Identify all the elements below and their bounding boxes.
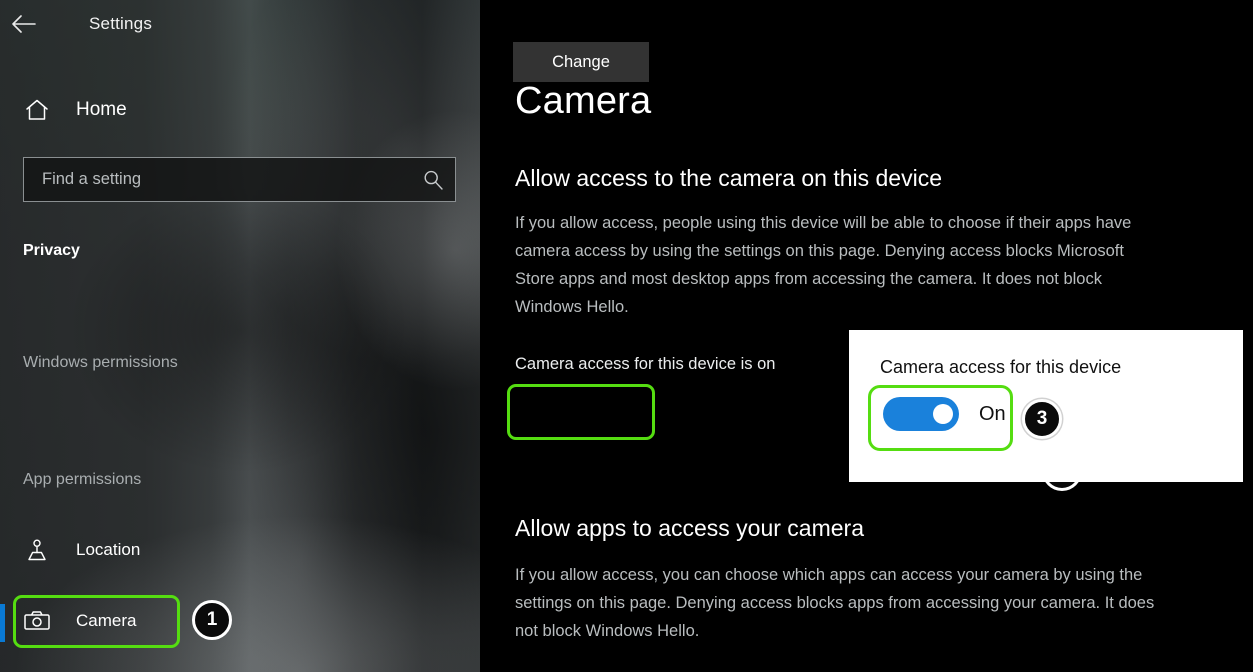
page-title: Camera [515,80,652,122]
back-button[interactable] [0,0,48,48]
window-header: Settings [0,0,480,48]
callout-badge-3: 3 [1022,399,1062,439]
camera-access-status: Camera access for this device is on [515,355,776,373]
sidebar-group-windows-permissions: Windows permissions [23,354,178,371]
sidebar: Settings Home Find a setting Privacy Win… [0,0,480,672]
search-box[interactable] [23,157,456,202]
sidebar-item-camera[interactable]: Camera [0,599,480,643]
sidebar-item-home[interactable]: Home [0,88,480,132]
sidebar-item-home-label: Home [76,99,127,120]
back-arrow-icon [11,15,37,33]
callout-badge-1: 1 [192,600,232,640]
home-icon [15,98,59,122]
sidebar-item-location[interactable]: Location [0,528,480,572]
section-heading-allow-device-access: Allow access to the camera on this devic… [515,165,942,191]
sidebar-item-location-label: Location [76,540,141,559]
search-icon[interactable] [411,169,455,191]
app-title: Settings [89,14,153,33]
settings-window: Settings Home Find a setting Privacy Win… [0,0,1253,672]
section-heading-allow-apps-access: Allow apps to access your camera [515,515,864,541]
section-body-allow-device-access: If you allow access, people using this d… [515,214,1132,316]
sidebar-section-title-privacy: Privacy [23,242,80,259]
toggle-knob [933,404,953,424]
sidebar-group-app-permissions: App permissions [23,471,142,488]
sidebar-item-camera-label: Camera [76,611,137,630]
search-input[interactable] [24,170,411,189]
location-icon [15,537,59,563]
camera-access-toggle-row[interactable]: On [883,397,1006,431]
change-button[interactable]: Change [513,42,649,82]
selection-indicator [0,604,5,642]
highlight-box-change-button [507,384,655,440]
popup-title: Camera access for this device [880,357,1122,377]
section-body-allow-apps-access: If you allow access, you can choose whic… [515,566,1155,640]
camera-access-toggle[interactable] [883,397,959,431]
camera-icon [15,609,59,633]
toggle-state-label: On [979,402,1006,425]
